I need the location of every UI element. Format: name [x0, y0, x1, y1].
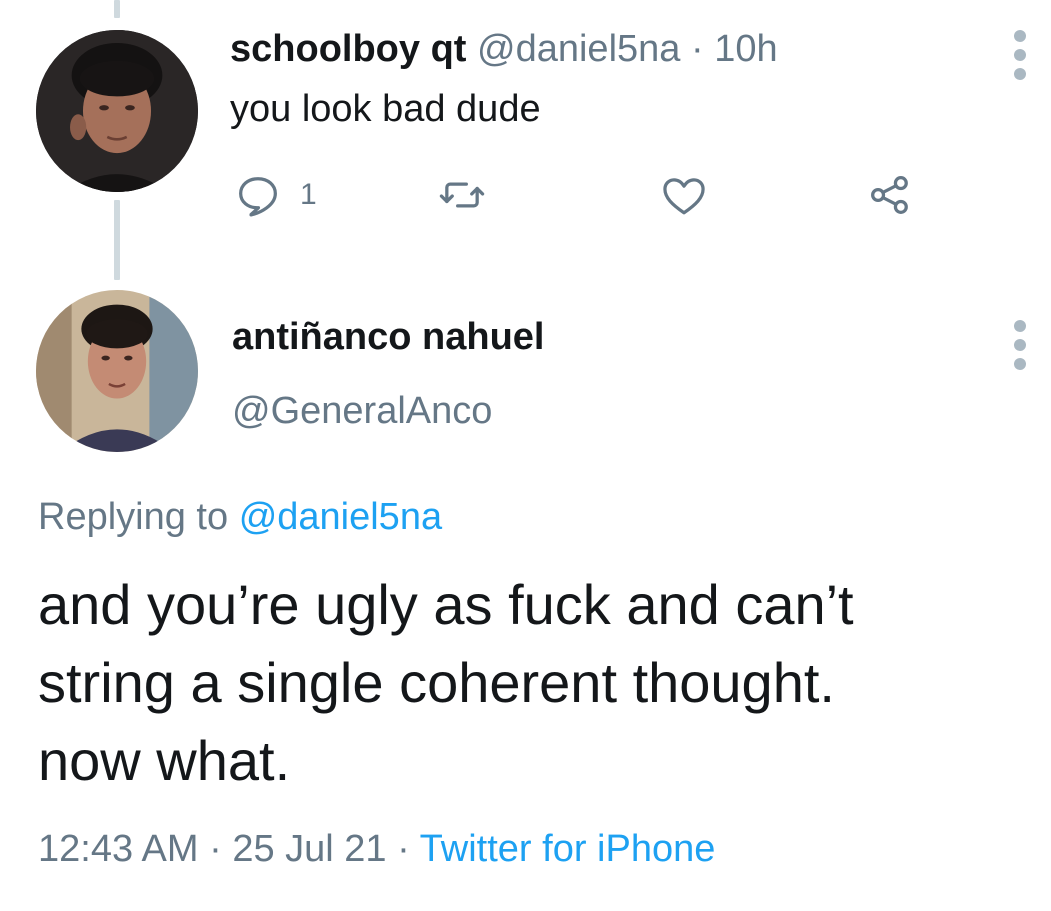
- user-photo-icon: [36, 290, 198, 452]
- more-options-icon[interactable]: [1012, 320, 1028, 377]
- tweet-time: 12:43 AM: [38, 828, 199, 870]
- meta-separator: ·: [397, 828, 410, 870]
- thread-line-connector: [114, 200, 120, 280]
- retweet-icon: [439, 182, 485, 208]
- tweet-action-bar: 1: [230, 168, 930, 222]
- replying-to-line: Replying to @daniel5na: [38, 494, 442, 540]
- avatar-antinanco-nahuel[interactable]: [36, 290, 198, 452]
- reply-author-handle[interactable]: @daniel5na: [477, 28, 680, 70]
- retweet-button[interactable]: [436, 168, 488, 222]
- reply-tweet-header: schoolboy qt @daniel5na · 10h: [230, 26, 778, 72]
- avatar-schoolboy-qt[interactable]: [36, 30, 198, 192]
- reply-tweet-text: you look bad dude: [230, 88, 541, 130]
- meta-separator: ·: [209, 828, 222, 870]
- tweet-source-link[interactable]: Twitter for iPhone: [420, 828, 716, 870]
- reply-icon: [239, 177, 277, 217]
- header-separator: ·: [690, 28, 704, 70]
- reply-author-name[interactable]: schoolboy qt: [230, 28, 466, 70]
- replying-to-handle-link[interactable]: @daniel5na: [239, 496, 442, 538]
- share-button[interactable]: [864, 168, 916, 222]
- heart-icon: [663, 178, 705, 215]
- main-tweet-text: and you’re ugly as fuck and can’t string…: [38, 573, 854, 792]
- user-photo-icon: [36, 30, 198, 192]
- more-options-icon[interactable]: [1012, 30, 1028, 87]
- tweet-meta: 12:43 AM · 25 Jul 21 · Twitter for iPhon…: [38, 826, 715, 872]
- thread-line-top: [114, 0, 120, 18]
- replying-to-label: Replying to: [38, 496, 229, 538]
- like-button[interactable]: [658, 168, 710, 222]
- tweet-date: 25 Jul 21: [232, 828, 387, 870]
- reply-count: 1: [300, 178, 317, 211]
- share-icon: [871, 176, 908, 214]
- main-author-name[interactable]: antiñanco nahuel: [232, 314, 544, 360]
- main-author-handle[interactable]: @GeneralAnco: [232, 388, 492, 434]
- reply-button[interactable]: 1: [232, 168, 317, 222]
- reply-timestamp[interactable]: 10h: [714, 28, 777, 70]
